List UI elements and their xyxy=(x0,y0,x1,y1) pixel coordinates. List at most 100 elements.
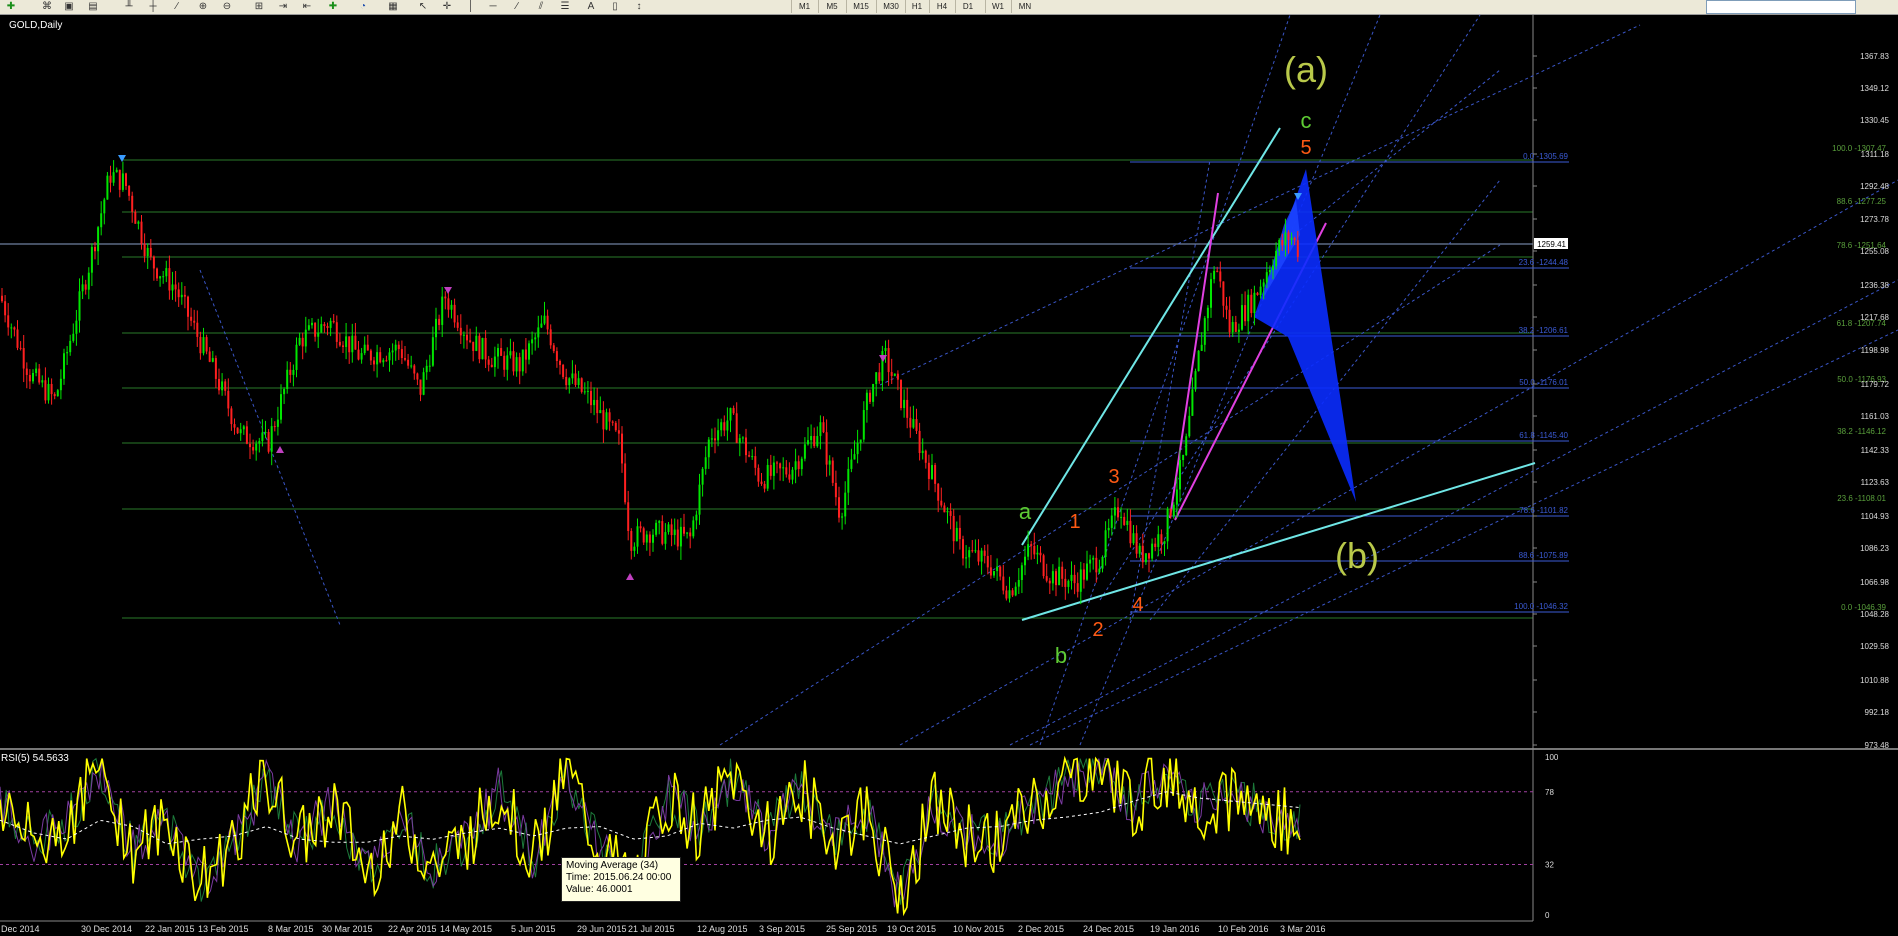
arrows-icon[interactable]: ↕ xyxy=(630,0,648,13)
crosshair-icon[interactable]: ✛ xyxy=(438,0,456,13)
candle-body xyxy=(466,334,468,341)
candle-body xyxy=(441,296,444,325)
candle-body xyxy=(834,482,837,498)
line-chart-icon[interactable]: ∕ xyxy=(168,0,186,13)
rsi-tick-label: 0 xyxy=(1545,911,1550,920)
candle-body xyxy=(599,410,602,414)
candle-body xyxy=(782,467,785,469)
candle-body xyxy=(348,336,351,353)
candle-body xyxy=(416,373,419,380)
candle-body xyxy=(856,442,859,455)
zoom-out-icon[interactable]: ⊖ xyxy=(218,0,236,13)
candle-body xyxy=(602,410,605,430)
candle-body xyxy=(236,427,239,434)
navigator-icon[interactable]: ▣ xyxy=(60,0,78,13)
candle-body xyxy=(156,268,158,279)
candle-body xyxy=(946,511,949,513)
wave-label: c xyxy=(1301,108,1312,133)
text-icon[interactable]: A xyxy=(582,0,600,13)
candle-body xyxy=(1148,553,1150,559)
candle-body xyxy=(986,555,989,568)
candle-body xyxy=(490,364,493,368)
toolbar: ✚ ⌘ ▣ ▤ ╨ ┼ ∕ ⊕ ⊖ ⊞ ⇥ ⇤ ✚ ◔ ▦ ↖ ✛ │ ─ ∕ … xyxy=(0,0,1898,15)
timeframe-m5[interactable]: M5 xyxy=(818,0,845,13)
date-tick-label: 22 Jan 2015 xyxy=(145,924,195,934)
candle-body xyxy=(283,389,286,395)
candle-body xyxy=(717,430,720,441)
search-input[interactable] xyxy=(1706,0,1856,14)
price-chart[interactable]: 0.0 -1305.6923.6 -1244.4838.2 -1206.6150… xyxy=(0,15,1898,936)
price-tick-label: 1086.23 xyxy=(1860,544,1889,553)
candle-body xyxy=(819,422,822,437)
candle-body xyxy=(190,316,193,321)
candle-body xyxy=(859,439,862,443)
timeframe-h4[interactable]: H4 xyxy=(929,0,954,13)
timeframe-mn[interactable]: MN xyxy=(1011,0,1038,13)
bar-chart-icon[interactable]: ╨ xyxy=(120,0,138,13)
wave-label: 4 xyxy=(1132,594,1143,616)
candle-body xyxy=(1151,543,1154,559)
horizontal-line-icon[interactable]: ─ xyxy=(484,0,502,13)
timeframe-m1[interactable]: M1 xyxy=(791,0,817,13)
fibonacci-icon[interactable]: ☰ xyxy=(556,0,574,13)
zoom-in-icon[interactable]: ⊕ xyxy=(194,0,212,13)
autoscroll-icon[interactable]: ⇥ xyxy=(274,0,292,13)
shift-icon[interactable]: ⇤ xyxy=(298,0,316,13)
timeframe-d1[interactable]: D1 xyxy=(955,0,980,13)
date-tick-label: 13 Feb 2015 xyxy=(198,924,249,934)
wave-label: 3 xyxy=(1108,466,1119,488)
candle-body xyxy=(227,390,230,409)
templates-icon[interactable]: ▦ xyxy=(384,0,402,13)
candle-body xyxy=(456,322,459,328)
candle-body xyxy=(1191,389,1194,416)
candle-body xyxy=(314,322,317,337)
candle-body xyxy=(121,173,124,190)
timeframe-m15[interactable]: M15 xyxy=(846,0,875,13)
candle-body xyxy=(630,531,633,551)
candle-body xyxy=(670,524,673,536)
indicators-icon[interactable]: ✚ xyxy=(324,0,342,13)
trendline-icon[interactable]: ∕ xyxy=(508,0,526,13)
new-chart-icon[interactable]: ✚ xyxy=(2,0,20,13)
candle-body xyxy=(1284,232,1287,246)
candle-body xyxy=(1126,520,1129,525)
tile-icon[interactable]: ⊞ xyxy=(250,0,268,13)
candle-body xyxy=(757,467,760,482)
timeframe-h1[interactable]: H1 xyxy=(905,0,928,13)
timeframe-m30[interactable]: M30 xyxy=(876,0,905,13)
price-tick-label: 1236.38 xyxy=(1860,281,1889,290)
candle-body xyxy=(103,199,106,214)
candle-body xyxy=(66,352,69,354)
candle-body xyxy=(447,298,450,310)
candle-body xyxy=(921,450,924,453)
candle-body xyxy=(106,175,109,200)
candle-body xyxy=(394,344,397,351)
candle-body xyxy=(980,550,983,562)
wave-label: 5 xyxy=(1300,137,1311,159)
profiles-icon[interactable]: ⌘ xyxy=(38,0,56,13)
candle-body xyxy=(1017,579,1020,587)
channel-icon[interactable]: ⫽ xyxy=(532,0,550,13)
fib-b-label: 88.6 -1277.25 xyxy=(1837,197,1887,206)
candle-body xyxy=(137,221,140,224)
cursor-icon[interactable]: ↖ xyxy=(414,0,432,13)
candle-body xyxy=(738,438,741,443)
candle-body xyxy=(1067,580,1070,587)
candle-body xyxy=(109,175,112,183)
candle-body xyxy=(518,357,521,372)
candle-body xyxy=(112,172,115,183)
candle-body xyxy=(1228,309,1231,333)
wave-label: (a) xyxy=(1284,49,1328,90)
vertical-line-icon[interactable]: │ xyxy=(462,0,480,13)
candle-body xyxy=(320,324,323,333)
candle-chart-icon[interactable]: ┼ xyxy=(144,0,162,13)
candle-body xyxy=(1182,455,1185,461)
candle-body xyxy=(1120,516,1123,518)
candle-body xyxy=(462,334,465,336)
periods-icon[interactable]: ◔ xyxy=(354,0,372,13)
terminal-icon[interactable]: ▤ xyxy=(84,0,102,13)
timeframe-w1[interactable]: W1 xyxy=(985,0,1010,13)
label-icon[interactable]: ▯ xyxy=(606,0,624,13)
candle-body xyxy=(276,419,279,427)
candle-body xyxy=(931,465,933,479)
